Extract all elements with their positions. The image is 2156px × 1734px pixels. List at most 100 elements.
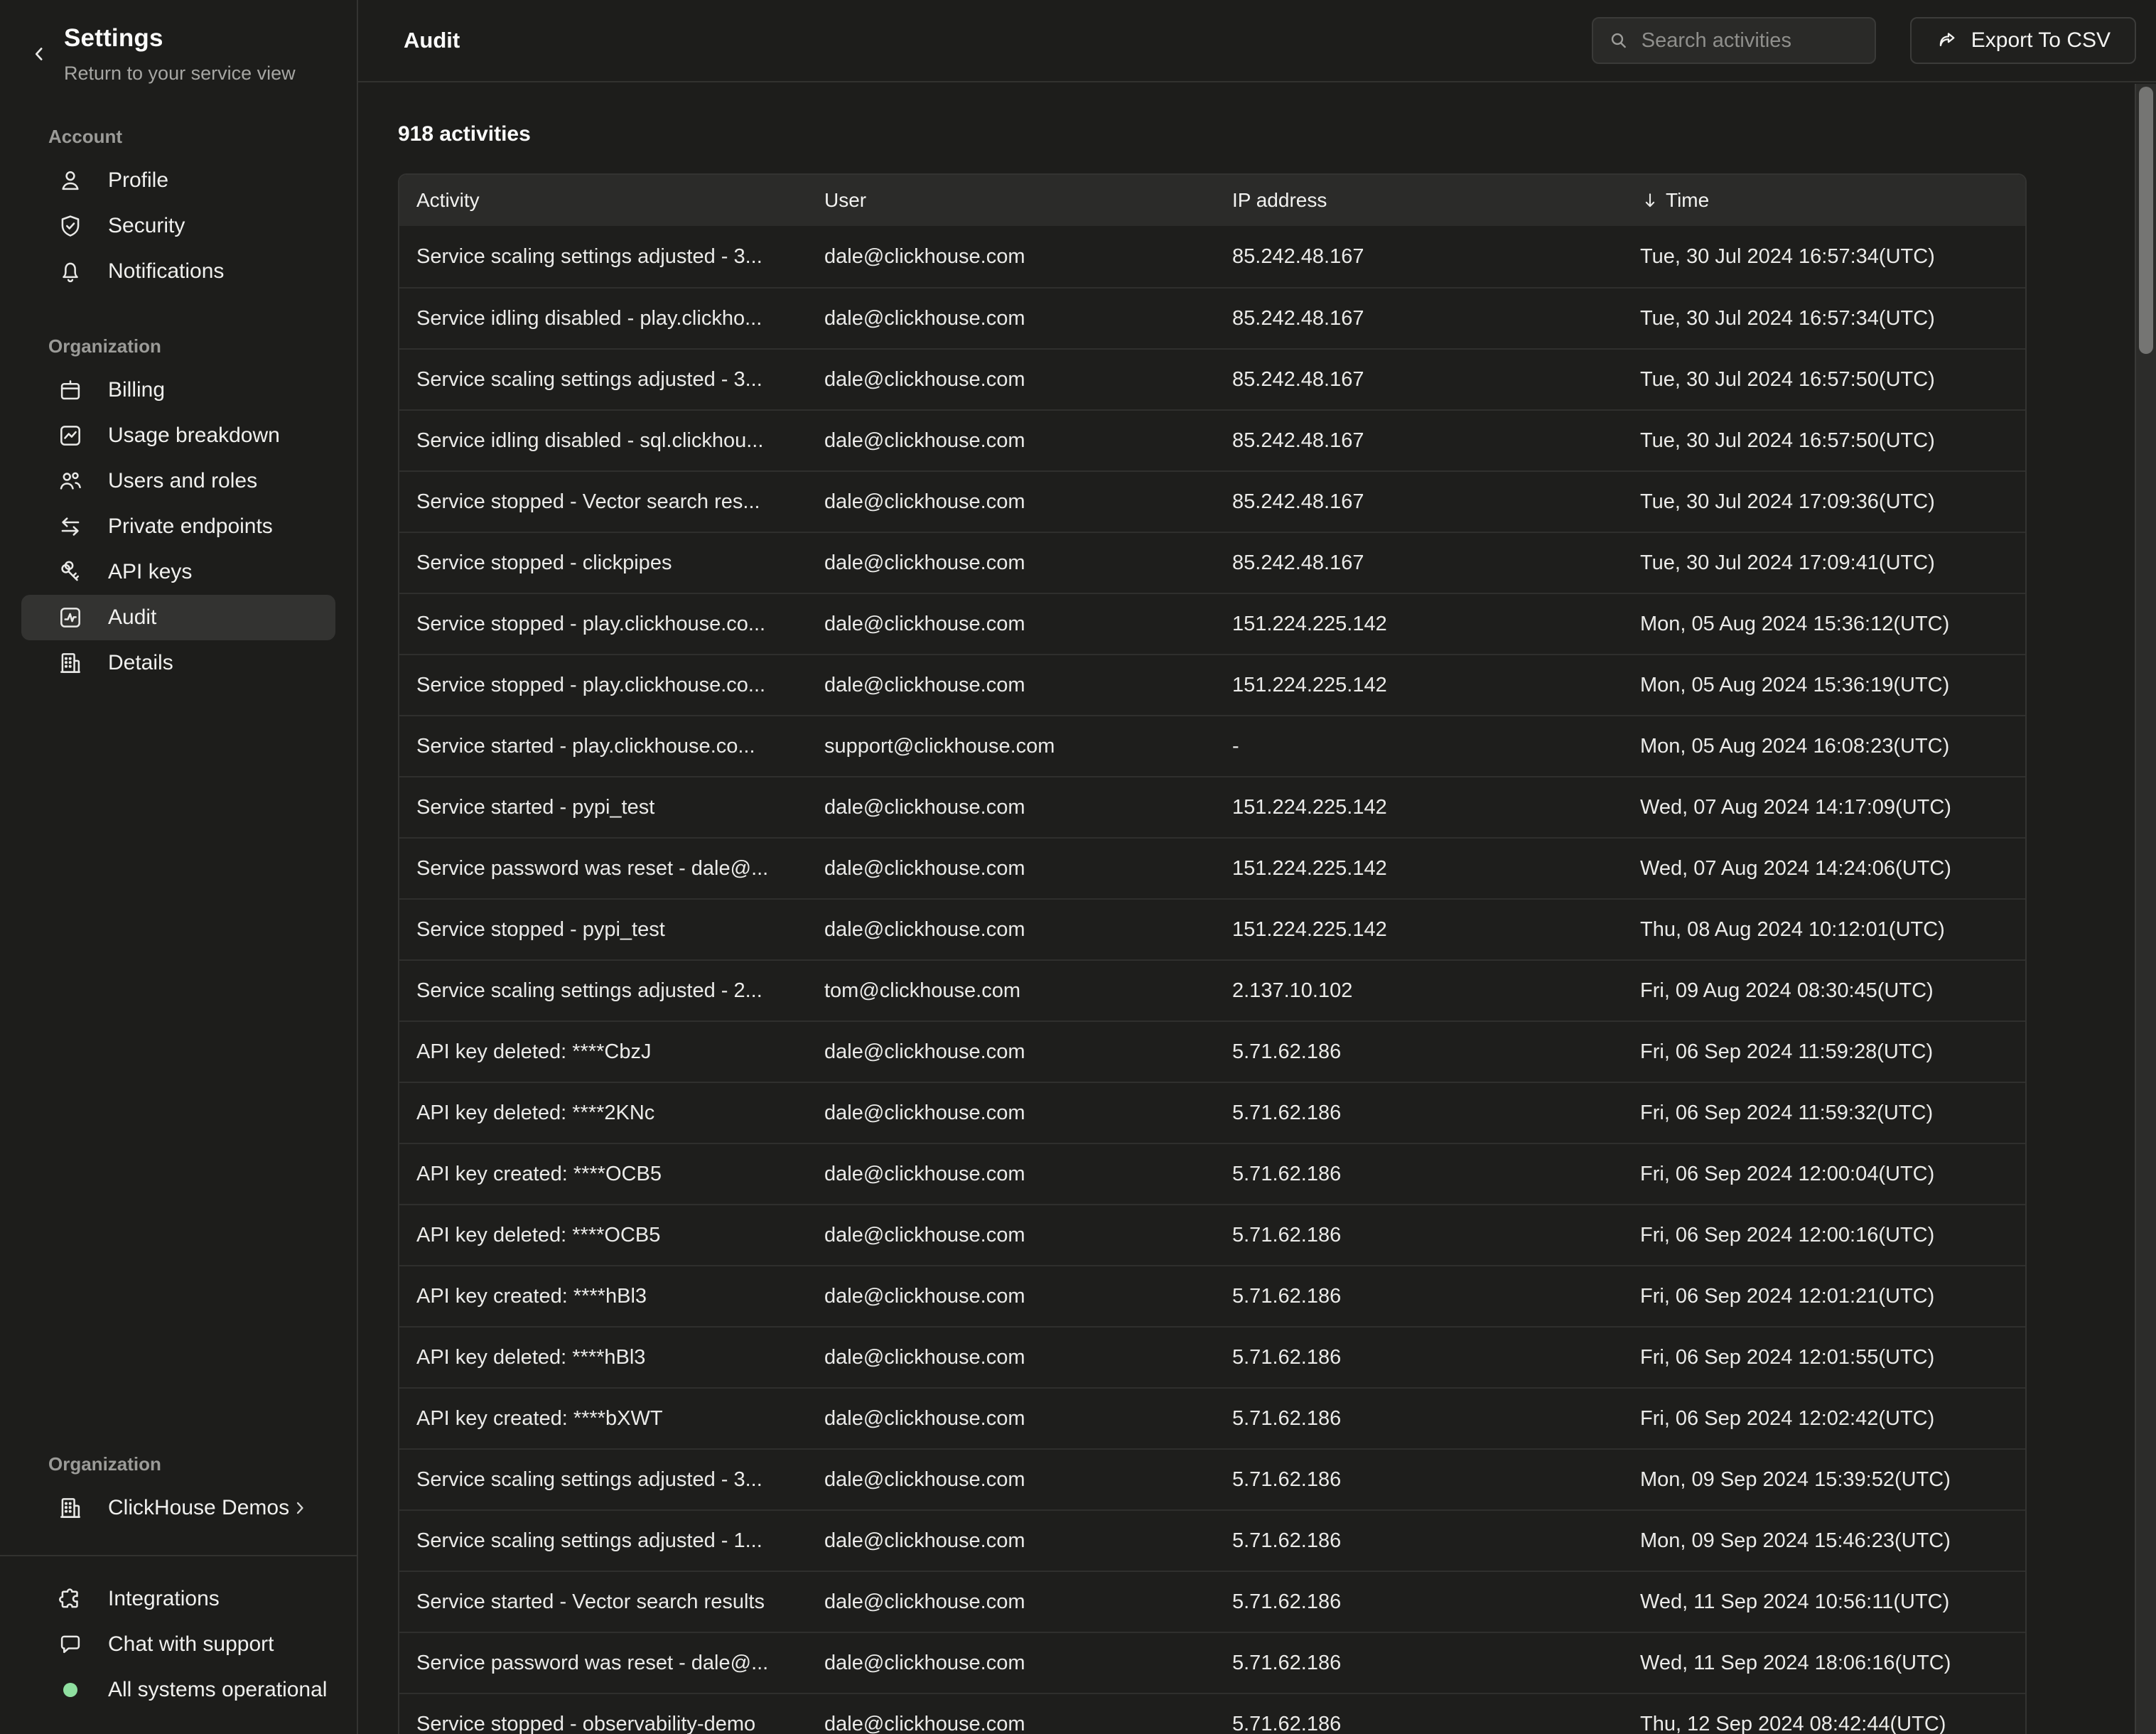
sidebar-item-billing[interactable]: Billing [21, 367, 335, 413]
back-button[interactable] [28, 40, 57, 68]
scrollbar-thumb[interactable] [2139, 87, 2153, 354]
table-row[interactable]: Service stopped - clickpipes dale@clickh… [399, 532, 2025, 593]
sidebar-item-private-endpoints[interactable]: Private endpoints [21, 504, 335, 549]
column-header-user[interactable]: User [807, 189, 1215, 212]
table-row[interactable]: Service password was reset - dale@... da… [399, 1632, 2025, 1693]
table-row[interactable]: API key created: ****hBl3 dale@clickhous… [399, 1265, 2025, 1326]
vertical-scrollbar[interactable] [2135, 84, 2156, 1734]
cell-user: dale@clickhouse.com [807, 307, 1215, 330]
cell-activity: API key deleted: ****CbzJ [399, 1040, 807, 1064]
cell-time: Mon, 05 Aug 2024 16:08:23(UTC) [1623, 735, 2025, 758]
table-row[interactable]: API key deleted: ****hBl3 dale@clickhous… [399, 1326, 2025, 1387]
cell-time: Fri, 06 Sep 2024 12:01:55(UTC) [1623, 1346, 2025, 1369]
sidebar-item-label: Details [84, 651, 173, 675]
table-row[interactable]: Service scaling settings adjusted - 1...… [399, 1509, 2025, 1571]
cell-time: Fri, 06 Sep 2024 12:01:21(UTC) [1623, 1285, 2025, 1308]
cell-time: Mon, 09 Sep 2024 15:39:52(UTC) [1623, 1468, 2025, 1492]
table-row[interactable]: Service idling disabled - play.clickho..… [399, 287, 2025, 348]
column-header-time[interactable]: Time [1623, 189, 2025, 212]
cell-ip-address: 5.71.62.186 [1215, 1468, 1623, 1492]
building-icon [57, 1495, 84, 1522]
search-activities-input[interactable] [1630, 29, 1860, 53]
sidebar-item-api-keys[interactable]: API keys [21, 549, 335, 595]
cell-time: Mon, 05 Aug 2024 15:36:19(UTC) [1623, 674, 2025, 697]
cell-ip-address: 5.71.62.186 [1215, 1346, 1623, 1369]
column-header-activity[interactable]: Activity [399, 189, 807, 212]
billing-box-icon [57, 377, 84, 404]
cell-time: Mon, 09 Sep 2024 15:46:23(UTC) [1623, 1529, 2025, 1553]
sidebar-item-notifications[interactable]: Notifications [21, 249, 335, 294]
table-row[interactable]: Service password was reset - dale@... da… [399, 837, 2025, 898]
sidebar-item-security[interactable]: Security [21, 203, 335, 249]
chevron-right-icon [290, 1498, 310, 1518]
cell-user: tom@clickhouse.com [807, 979, 1215, 1003]
cell-activity: API key deleted: ****2KNc [399, 1102, 807, 1125]
table-row[interactable]: Service started - pypi_test dale@clickho… [399, 776, 2025, 837]
footer-item-integrations[interactable]: Integrations [21, 1576, 335, 1622]
cell-activity: Service idling disabled - play.clickho..… [399, 307, 807, 330]
cell-user: dale@clickhouse.com [807, 796, 1215, 819]
cell-activity: API key created: ****bXWT [399, 1407, 807, 1431]
settings-sidebar: Settings Return to your service view Acc… [0, 0, 358, 1734]
cell-activity: API key created: ****OCB5 [399, 1163, 807, 1186]
footer-item-label: All systems operational [84, 1678, 327, 1702]
cell-activity: API key deleted: ****OCB5 [399, 1224, 807, 1247]
cell-time: Wed, 07 Aug 2024 14:17:09(UTC) [1623, 796, 2025, 819]
cell-ip-address: 5.71.62.186 [1215, 1652, 1623, 1675]
cell-user: dale@clickhouse.com [807, 1285, 1215, 1308]
cell-activity: Service scaling settings adjusted - 3... [399, 245, 807, 269]
sidebar-item-details[interactable]: Details [21, 640, 335, 686]
table-row[interactable]: Service stopped - observability-demo dal… [399, 1693, 2025, 1734]
cell-ip-address: 151.224.225.142 [1215, 857, 1623, 881]
table-row[interactable]: Service idling disabled - sql.clickhou..… [399, 409, 2025, 470]
table-row[interactable]: API key created: ****bXWT dale@clickhous… [399, 1387, 2025, 1448]
org-switcher-item[interactable]: ClickHouse Demos [21, 1485, 335, 1531]
organization-section-label: Organization [48, 335, 357, 357]
main-content: Audit Export To CSV 918 activities [358, 0, 2156, 1734]
cell-time: Tue, 30 Jul 2024 17:09:36(UTC) [1623, 490, 2025, 514]
organization-items: Billing Usage breakdown Users and roles … [0, 367, 357, 686]
footer-item-system-status[interactable]: All systems operational [21, 1667, 335, 1713]
account-items: Profile Security Notifications [0, 158, 357, 294]
puzzle-icon [57, 1585, 84, 1612]
arrows-swap-icon [57, 513, 84, 540]
cell-ip-address: 2.137.10.102 [1215, 979, 1623, 1003]
cell-activity: Service stopped - play.clickhouse.co... [399, 674, 807, 697]
table-row[interactable]: Service stopped - play.clickhouse.co... … [399, 593, 2025, 654]
table-row[interactable]: Service stopped - pypi_test dale@clickho… [399, 898, 2025, 959]
cell-user: dale@clickhouse.com [807, 1224, 1215, 1247]
sidebar-item-profile[interactable]: Profile [21, 158, 335, 203]
cell-ip-address: 85.242.48.167 [1215, 429, 1623, 453]
cell-activity: Service password was reset - dale@... [399, 1652, 807, 1675]
column-header-ip[interactable]: IP address [1215, 189, 1623, 212]
table-row[interactable]: Service scaling settings adjusted - 3...… [399, 226, 2025, 287]
cell-ip-address: 5.71.62.186 [1215, 1285, 1623, 1308]
sidebar-header: Settings Return to your service view [0, 0, 357, 85]
sidebar-item-usage-breakdown[interactable]: Usage breakdown [21, 413, 335, 458]
return-to-service-link[interactable]: Return to your service view [64, 63, 296, 85]
table-row[interactable]: Service scaling settings adjusted - 3...… [399, 348, 2025, 409]
table-row[interactable]: Service stopped - play.clickhouse.co... … [399, 654, 2025, 715]
export-to-csv-button[interactable]: Export To CSV [1910, 17, 2136, 64]
bell-icon [57, 258, 84, 285]
cell-activity: Service started - Vector search results [399, 1590, 807, 1614]
sidebar-item-label: API keys [84, 560, 192, 584]
table-row[interactable]: API key deleted: ****CbzJ dale@clickhous… [399, 1021, 2025, 1082]
table-row[interactable]: Service started - Vector search results … [399, 1571, 2025, 1632]
search-activities-box[interactable] [1592, 17, 1876, 64]
table-row[interactable]: Service scaling settings adjusted - 2...… [399, 959, 2025, 1021]
cell-activity: Service stopped - Vector search res... [399, 490, 807, 514]
table-row[interactable]: Service stopped - Vector search res... d… [399, 470, 2025, 532]
table-row[interactable]: Service scaling settings adjusted - 3...… [399, 1448, 2025, 1509]
table-row[interactable]: Service started - play.clickhouse.co... … [399, 715, 2025, 776]
table-row[interactable]: API key created: ****OCB5 dale@clickhous… [399, 1143, 2025, 1204]
cell-ip-address: 5.71.62.186 [1215, 1224, 1623, 1247]
table-row[interactable]: API key deleted: ****2KNc dale@clickhous… [399, 1082, 2025, 1143]
cell-user: dale@clickhouse.com [807, 1468, 1215, 1492]
cell-activity: Service idling disabled - sql.clickhou..… [399, 429, 807, 453]
sidebar-item-users-and-roles[interactable]: Users and roles [21, 458, 335, 504]
table-row[interactable]: API key deleted: ****OCB5 dale@clickhous… [399, 1204, 2025, 1265]
sidebar-item-audit[interactable]: Audit [21, 595, 335, 640]
table-header-row: Activity User IP address Time [399, 175, 2025, 226]
footer-item-chat-support[interactable]: Chat with support [21, 1622, 335, 1667]
